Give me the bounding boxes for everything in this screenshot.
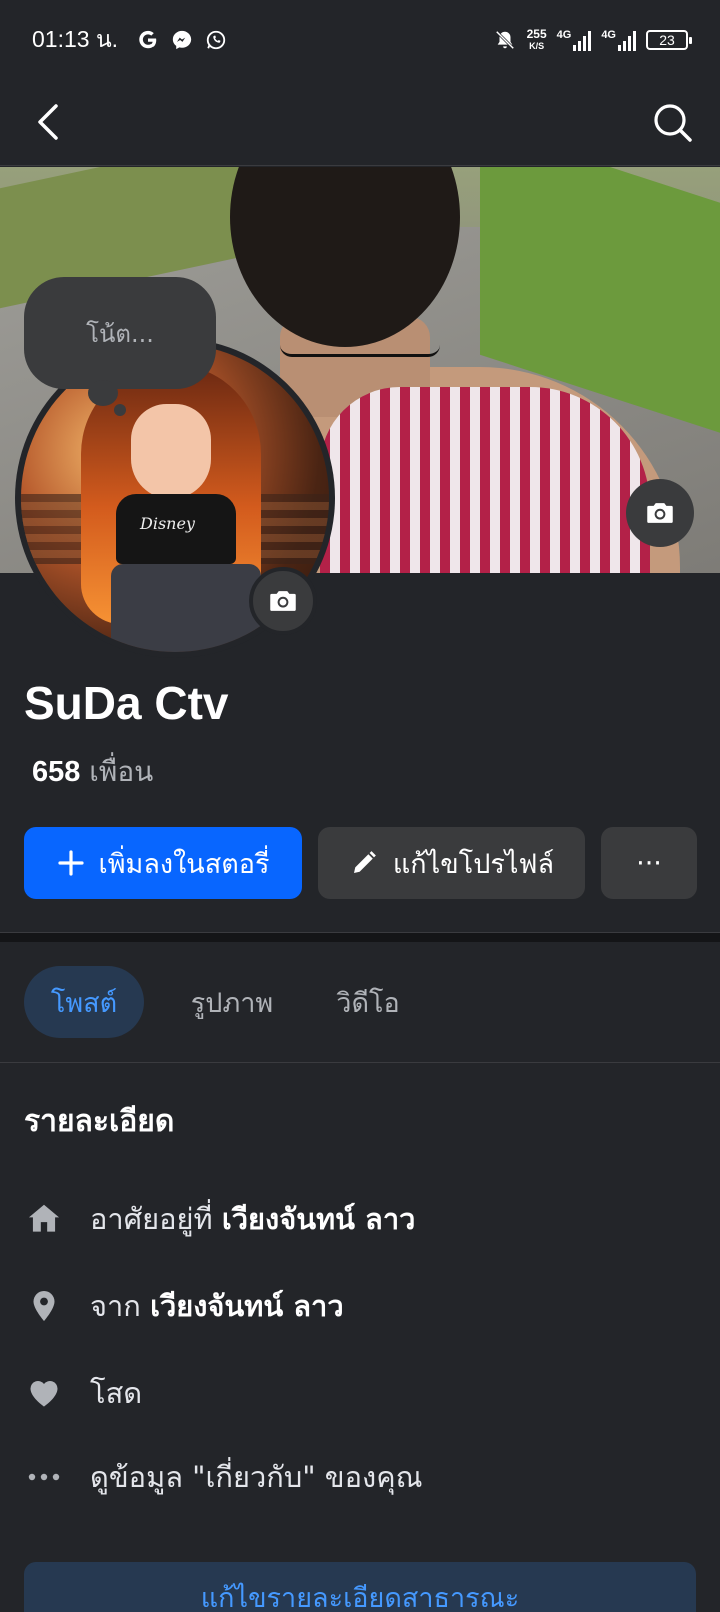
signal-2-label: 4G: [601, 29, 616, 41]
tab-posts-label: โพสต์: [50, 987, 118, 1019]
network-speed: 255 K/S: [527, 28, 547, 52]
camera-icon: [270, 591, 296, 611]
add-to-story-label: เพิ่มลงในสตอรี่: [98, 848, 270, 880]
tab-videos[interactable]: วิดีโอ: [320, 966, 416, 1038]
edit-cover-photo-button[interactable]: [626, 479, 694, 547]
home-icon: [24, 1199, 64, 1239]
status-time: 01:13 น.: [32, 26, 119, 52]
google-icon: [136, 28, 160, 52]
tab-posts[interactable]: โพสต์: [24, 966, 144, 1038]
more-options-button[interactable]: ···: [601, 827, 697, 899]
back-button[interactable]: [28, 100, 72, 144]
signal-2-icon: 4G: [601, 29, 636, 51]
tab-photos-label: รูปภาพ: [190, 987, 274, 1019]
detail-relationship-text: โสด: [90, 1376, 143, 1410]
edit-profile-button[interactable]: แก้ไขโปรไฟล์: [318, 827, 585, 899]
profile-name: SuDa Ctv: [24, 677, 229, 729]
search-icon: [654, 104, 692, 142]
edit-profile-picture-button[interactable]: [249, 567, 317, 635]
whatsapp-icon: [204, 28, 228, 52]
status-left: 01:13 น.: [32, 22, 228, 58]
detail-from[interactable]: จาก เวียงจันทน์ ลาว: [24, 1281, 344, 1331]
friends-count-label: เพื่อน: [89, 755, 154, 788]
edit-public-details-button[interactable]: แก้ไขรายละเอียดสาธารณะ: [24, 1562, 696, 1612]
friends-count-number: 658: [32, 756, 81, 788]
section-divider: [0, 932, 720, 942]
avatar-shirt-print: Disney: [140, 514, 195, 533]
top-nav-bar: [0, 80, 720, 166]
status-bar: 01:13 น. 255 K/S 4G 4G 23: [0, 0, 720, 80]
detail-relationship[interactable]: โสด: [24, 1368, 142, 1418]
network-speed-unit: K/S: [529, 41, 545, 51]
signal-1-icon: 4G: [557, 29, 592, 51]
edit-profile-label: แก้ไขโปรไฟล์: [392, 848, 555, 880]
battery-icon: 23: [646, 30, 692, 50]
signal-1-label: 4G: [556, 29, 572, 41]
status-right: 255 K/S 4G 4G 23: [493, 28, 692, 52]
detail-lives-in[interactable]: อาศัยอยู่ที่ เวียงจันทน์ ลาว: [24, 1194, 415, 1244]
note-bubble-tail-small: [114, 404, 126, 416]
see-about-info-link[interactable]: ดูข้อมูล "เกี่ยวกับ" ของคุณ: [24, 1452, 423, 1502]
note-bubble-tail: [88, 380, 118, 406]
more-icon: ···: [636, 847, 662, 879]
note-placeholder: โน้ต...: [86, 319, 154, 348]
tabs-divider: [0, 1062, 720, 1063]
add-to-story-button[interactable]: เพิ่มลงในสตอรี่: [24, 827, 302, 899]
tab-videos-label: วิดีโอ: [336, 987, 400, 1019]
detail-from-text: จาก เวียงจันทน์ ลาว: [90, 1289, 344, 1323]
friends-count[interactable]: 658 เพื่อน: [32, 750, 153, 794]
edit-public-details-label: แก้ไขรายละเอียดสาธารณะ: [200, 1583, 520, 1612]
bell-muted-icon: [493, 28, 517, 52]
plus-icon: [57, 850, 84, 876]
camera-icon: [647, 503, 673, 523]
search-button[interactable]: [650, 100, 694, 144]
pencil-icon: [353, 851, 376, 873]
heart-icon: [24, 1373, 64, 1413]
note-bubble[interactable]: โน้ต...: [24, 277, 216, 389]
tab-photos[interactable]: รูปภาพ: [172, 966, 292, 1038]
more-dots-icon: [24, 1457, 64, 1497]
network-speed-value: 255: [526, 27, 547, 41]
details-heading: รายละเอียด: [24, 1104, 175, 1139]
messenger-icon: [170, 28, 194, 52]
detail-lives-in-text: อาศัยอยู่ที่ เวียงจันทน์ ลาว: [90, 1202, 416, 1236]
location-pin-icon: [24, 1286, 64, 1326]
see-about-info-text: ดูข้อมูล "เกี่ยวกับ" ของคุณ: [90, 1460, 423, 1494]
chevron-left-icon: [38, 104, 58, 140]
battery-level: 23: [659, 32, 675, 48]
